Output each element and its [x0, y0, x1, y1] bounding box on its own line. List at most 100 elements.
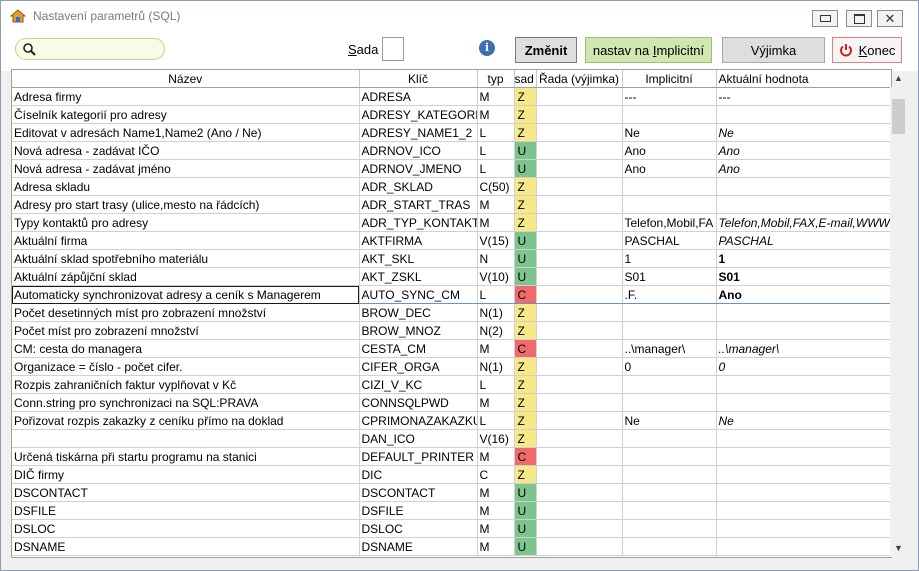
cell-typ[interactable]: M — [477, 105, 515, 124]
cell-aktualni[interactable]: Ne — [716, 411, 891, 430]
table-row[interactable]: DSCONTACT DSCONTACT M U — [12, 483, 891, 502]
cell-rada[interactable] — [536, 249, 623, 268]
cell-rada[interactable] — [536, 141, 623, 160]
cell-typ[interactable]: N(2) — [477, 321, 515, 340]
cell-rada[interactable] — [536, 339, 623, 358]
cell-aktualni[interactable] — [716, 177, 891, 196]
table-row[interactable]: Počet desetinných míst pro zobrazení mno… — [12, 303, 891, 322]
col-header-implicitni[interactable]: Implicitní — [622, 70, 717, 88]
cell-nazev[interactable]: DSLOC — [12, 519, 360, 538]
cell-aktualni[interactable] — [716, 519, 891, 538]
cell-klic[interactable]: BROW_MNOZ — [359, 321, 478, 340]
cell-typ[interactable]: M — [477, 537, 515, 556]
cell-aktualni[interactable] — [716, 393, 891, 412]
col-header-typ[interactable]: typ — [477, 70, 515, 88]
table-row[interactable]: Počet míst pro zobrazení množství BROW_MN… — [12, 321, 891, 340]
table-row[interactable]: Typy kontaktů pro adresy ADR_TYP_KONTAKT M… — [12, 213, 891, 232]
cell-rada[interactable] — [536, 231, 623, 250]
cell-typ[interactable]: M — [477, 393, 515, 412]
table-row[interactable]: CM: cesta do managera CESTA_CM M C ..\manage… — [12, 339, 891, 358]
cell-klic[interactable]: DSLOC — [359, 519, 478, 538]
table-row[interactable]: Aktuální sklad spotřebního materiálu AKT_… — [12, 249, 891, 268]
cell-rada[interactable] — [536, 285, 623, 304]
konec-button[interactable]: Konec — [832, 37, 902, 63]
cell-sad[interactable]: U — [514, 159, 537, 178]
col-header-nazev[interactable]: Název — [12, 70, 360, 88]
cell-typ[interactable]: C — [477, 465, 515, 484]
cell-nazev[interactable]: Typy kontaktů pro adresy — [12, 213, 360, 232]
cell-implicitni[interactable] — [622, 105, 717, 124]
table-row[interactable]: DSLOC DSLOC M U — [12, 519, 891, 538]
cell-typ[interactable]: M — [477, 501, 515, 520]
cell-nazev[interactable]: Nová adresa - zadávat IČO — [12, 141, 360, 160]
table-row[interactable]: Adresa skladu ADR_SKLAD C(50) Z — [12, 177, 891, 196]
scrollbar-thumb[interactable] — [892, 99, 905, 134]
cell-aktualni[interactable]: --- — [716, 87, 891, 106]
cell-nazev[interactable]: Určená tiskárna při startu programu na s… — [12, 447, 360, 466]
cell-aktualni[interactable]: PASCHAL — [716, 231, 891, 250]
cell-nazev[interactable]: DSCONTACT — [12, 483, 360, 502]
cell-nazev[interactable]: Aktuální zápůjční sklad — [12, 267, 360, 286]
cell-klic[interactable]: AUTO_SYNC_CM — [359, 285, 478, 304]
cell-rada[interactable] — [536, 159, 623, 178]
cell-rada[interactable] — [536, 213, 623, 232]
cell-rada[interactable] — [536, 123, 623, 142]
cell-klic[interactable]: AKT_ZSKL — [359, 267, 478, 286]
cell-typ[interactable]: M — [477, 519, 515, 538]
title-bar[interactable]: Nastavení parametrů (SQL) ✕ — [1, 1, 918, 31]
cell-typ[interactable]: N(1) — [477, 303, 515, 322]
cell-klic[interactable]: ADRESY_KATEGORI — [359, 105, 478, 124]
cell-implicitni[interactable]: ..\manager\ — [622, 339, 717, 358]
cell-klic[interactable]: CESTA_CM — [359, 339, 478, 358]
cell-typ[interactable]: V(15) — [477, 231, 515, 250]
cell-klic[interactable]: ADRESA — [359, 87, 478, 106]
cell-nazev[interactable]: DIČ firmy — [12, 465, 360, 484]
cell-implicitni[interactable]: Ne — [622, 123, 717, 142]
cell-rada[interactable] — [536, 519, 623, 538]
table-row[interactable]: DSFILE DSFILE M U — [12, 501, 891, 520]
cell-nazev[interactable]: Počet desetinných míst pro zobrazení mno… — [12, 303, 360, 322]
table-row[interactable]: Organizace = číslo - počet cifer. CIFER_O… — [12, 357, 891, 376]
cell-typ[interactable]: L — [477, 375, 515, 394]
sada-input[interactable] — [382, 37, 404, 61]
cell-sad[interactable]: U — [514, 501, 537, 520]
cell-aktualni[interactable] — [716, 303, 891, 322]
cell-rada[interactable] — [536, 321, 623, 340]
cell-aktualni[interactable] — [716, 375, 891, 394]
cell-rada[interactable] — [536, 429, 623, 448]
cell-aktualni[interactable] — [716, 321, 891, 340]
cell-sad[interactable]: U — [514, 231, 537, 250]
cell-typ[interactable]: L — [477, 159, 515, 178]
cell-nazev[interactable] — [12, 429, 360, 448]
cell-nazev[interactable]: Automaticky synchronizovat adresy a cení… — [12, 285, 360, 304]
cell-sad[interactable]: Z — [514, 321, 537, 340]
cell-nazev[interactable]: Rozpis zahraničních faktur vyplňovat v K… — [12, 375, 360, 394]
cell-typ[interactable]: M — [477, 483, 515, 502]
table-row[interactable]: Číselník kategorií pro adresy ADRESY_KATE… — [12, 105, 891, 124]
cell-rada[interactable] — [536, 357, 623, 376]
cell-implicitni[interactable]: S01 — [622, 267, 717, 286]
cell-sad[interactable]: U — [514, 483, 537, 502]
cell-aktualni[interactable] — [716, 429, 891, 448]
cell-implicitni[interactable] — [622, 303, 717, 322]
cell-sad[interactable]: Z — [514, 105, 537, 124]
cell-nazev[interactable]: Organizace = číslo - počet cifer. — [12, 357, 360, 376]
cell-typ[interactable]: N — [477, 249, 515, 268]
cell-implicitni[interactable] — [622, 429, 717, 448]
cell-aktualni[interactable]: S01 — [716, 267, 891, 286]
cell-implicitni[interactable]: 0 — [622, 357, 717, 376]
cell-rada[interactable] — [536, 483, 623, 502]
cell-implicitni[interactable] — [622, 447, 717, 466]
cell-nazev[interactable]: Adresy pro start trasy (ulice,mesto na ř… — [12, 195, 360, 214]
cell-rada[interactable] — [536, 501, 623, 520]
cell-implicitni[interactable] — [622, 483, 717, 502]
cell-sad[interactable]: U — [514, 519, 537, 538]
cell-klic[interactable]: AKTFIRMA — [359, 231, 478, 250]
cell-sad[interactable]: U — [514, 537, 537, 556]
cell-implicitni[interactable]: --- — [622, 87, 717, 106]
cell-implicitni[interactable]: Telefon,Mobil,FA — [622, 213, 717, 232]
table-row[interactable]: DSNAME DSNAME M U — [12, 537, 891, 556]
cell-sad[interactable]: Z — [514, 375, 537, 394]
cell-sad[interactable]: Z — [514, 393, 537, 412]
cell-aktualni[interactable]: 0 — [716, 357, 891, 376]
